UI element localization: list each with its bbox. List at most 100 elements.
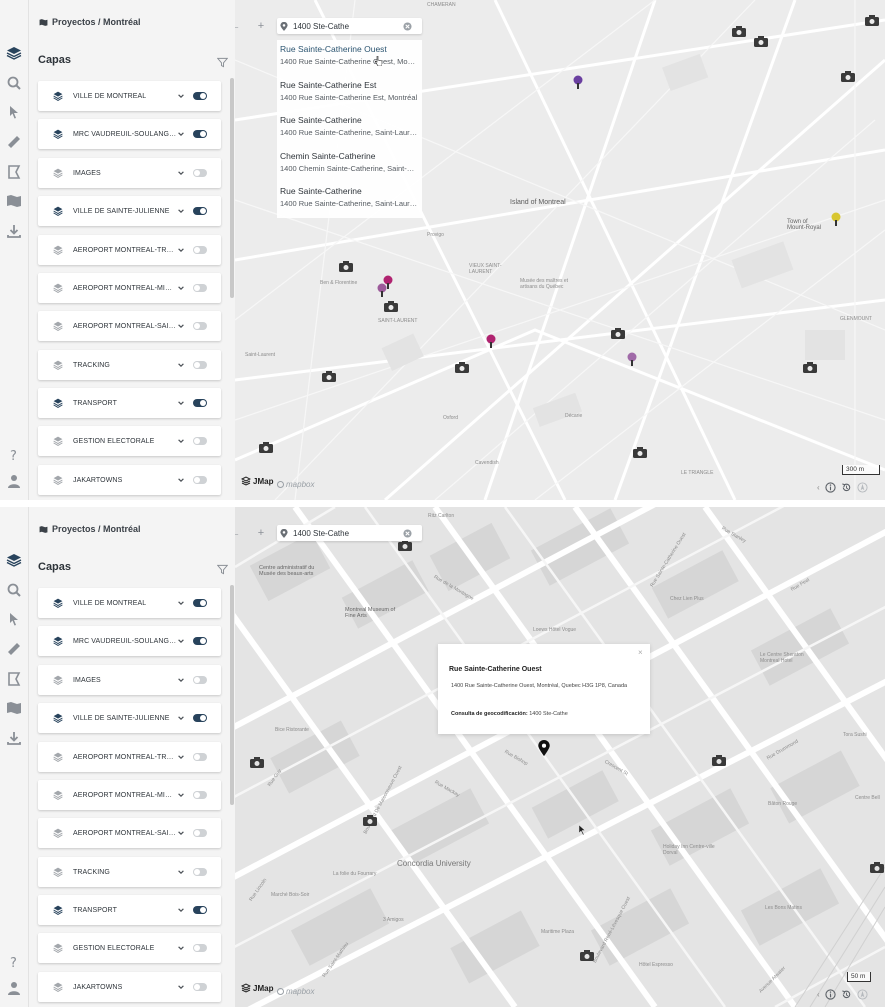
layer-toggle[interactable] [193,829,207,837]
map-icon[interactable] [6,193,22,209]
history-icon[interactable] [841,482,852,493]
mapbox-attribution[interactable]: mapbox [277,480,314,489]
collapse-icon[interactable]: ‹ [817,483,820,492]
layer-toggle[interactable] [193,753,207,761]
layer-item[interactable]: VILLE DE MONTRÉAL [38,81,221,111]
camera-icon[interactable] [865,15,879,26]
suggestion-item[interactable]: Chemin Sainte-Catherine 1400 Chemin Saint… [277,147,422,183]
chevron-down-icon[interactable] [177,753,185,761]
compass-icon[interactable] [857,989,868,1000]
tree-marker-icon[interactable] [377,283,387,297]
layer-item[interactable]: AÉROPORT MONTRÉAL-MIRABEL [38,780,221,810]
layer-toggle[interactable] [193,92,207,100]
chevron-down-icon[interactable] [177,714,185,722]
plus-icon[interactable]: + [255,527,267,539]
panel-scrollbar[interactable] [230,78,234,298]
layer-toggle[interactable] [193,361,207,369]
map-icon[interactable] [6,700,22,716]
compass-icon[interactable] [857,482,868,493]
camera-icon[interactable] [322,371,336,382]
camera-icon[interactable] [870,862,884,873]
chevron-down-icon[interactable] [177,599,185,607]
layer-item[interactable]: MRC VAUDREUIL-SOULANGES [38,626,221,656]
annotation-icon[interactable] [6,671,22,687]
camera-icon[interactable] [259,442,273,453]
breadcrumb[interactable]: Proyectos / Montréal [39,17,141,27]
chevron-down-icon[interactable] [177,322,185,330]
camera-icon[interactable] [712,755,726,766]
collapse-icon[interactable]: ‹ [817,990,820,999]
chevron-down-icon[interactable] [177,361,185,369]
layer-item[interactable]: GESTION ÉLECTORALE [38,933,221,963]
layer-item[interactable]: JAKARTOWNS [38,465,221,495]
chevron-down-icon[interactable] [177,476,185,484]
chevron-down-icon[interactable] [177,637,185,645]
layers-icon[interactable] [6,45,22,61]
layer-toggle[interactable] [193,944,207,952]
suggestion-item[interactable]: Rue Sainte-Catherine 1400 Rue Sainte-Cath… [277,111,422,147]
layer-toggle[interactable] [193,476,207,484]
map-canvas[interactable]: CHAMERAN Island of Montreal Town of Moun… [235,0,885,500]
layer-item[interactable]: TRANSPORT [38,388,221,418]
layer-item[interactable]: TRACKING [38,857,221,887]
download-icon[interactable] [6,223,22,239]
camera-icon[interactable] [398,540,412,551]
camera-icon[interactable] [580,950,594,961]
chevron-down-icon[interactable] [177,829,185,837]
layer-toggle[interactable] [193,322,207,330]
help-icon[interactable]: ? [6,447,22,463]
clear-icon[interactable] [403,528,412,538]
map-canvas[interactable]: Concordia University Montreal Museum of … [235,507,885,1007]
tree-marker-icon[interactable] [627,352,637,366]
search-icon[interactable] [6,75,22,91]
layer-toggle[interactable] [193,676,207,684]
chevron-down-icon[interactable] [177,246,185,254]
layer-item[interactable]: VILLE DE SAINTE-JULIENNE [38,196,221,226]
back-arrow-icon[interactable]: ← [235,527,241,539]
chevron-down-icon[interactable] [177,868,185,876]
layer-toggle[interactable] [193,207,207,215]
camera-icon[interactable] [250,757,264,768]
camera-icon[interactable] [363,815,377,826]
camera-icon[interactable] [455,362,469,373]
layer-toggle[interactable] [193,714,207,722]
history-icon[interactable] [841,989,852,1000]
suggestion-item[interactable]: Rue Sainte-Catherine 1400 Rue Sainte-Cath… [277,182,422,218]
camera-icon[interactable] [633,447,647,458]
chevron-down-icon[interactable] [177,284,185,292]
tree-marker-icon[interactable] [831,212,841,226]
layer-item[interactable]: IMAGES [38,158,221,188]
address-search[interactable] [277,525,422,541]
layer-item[interactable]: GESTION ÉLECTORALE [38,426,221,456]
search-icon[interactable] [6,582,22,598]
layer-toggle[interactable] [193,637,207,645]
camera-icon[interactable] [384,301,398,312]
chevron-down-icon[interactable] [177,92,185,100]
chevron-down-icon[interactable] [177,791,185,799]
tree-marker-icon[interactable] [573,75,583,89]
tree-marker-icon[interactable] [486,334,496,348]
download-icon[interactable] [6,730,22,746]
pointer-icon[interactable] [6,611,22,627]
layer-item[interactable]: VILLE DE MONTRÉAL [38,588,221,618]
layer-toggle[interactable] [193,791,207,799]
suggestion-item[interactable]: Rue Sainte-Catherine Est 1400 Rue Sainte-… [277,76,422,112]
layer-toggle[interactable] [193,169,207,177]
camera-icon[interactable] [611,328,625,339]
back-arrow-icon[interactable]: ← [235,20,241,32]
mapbox-attribution[interactable]: mapbox [277,987,314,996]
suggestion-item[interactable]: Rue Sainte-Catherine Ouest 1400 Rue Saint… [277,40,422,76]
layer-toggle[interactable] [193,246,207,254]
layer-toggle[interactable] [193,983,207,991]
layer-item[interactable]: IMAGES [38,665,221,695]
layer-toggle[interactable] [193,399,207,407]
layer-item[interactable]: TRACKING [38,350,221,380]
breadcrumb[interactable]: Proyectos / Montréal [39,524,141,534]
layer-item[interactable]: TRANSPORT [38,895,221,925]
layer-toggle[interactable] [193,868,207,876]
layer-toggle[interactable] [193,284,207,292]
close-icon[interactable]: × [638,648,643,657]
layer-item[interactable]: AÉROPORT MONTRÉAL-TRUDEAU [38,742,221,772]
chevron-down-icon[interactable] [177,399,185,407]
camera-icon[interactable] [732,26,746,37]
